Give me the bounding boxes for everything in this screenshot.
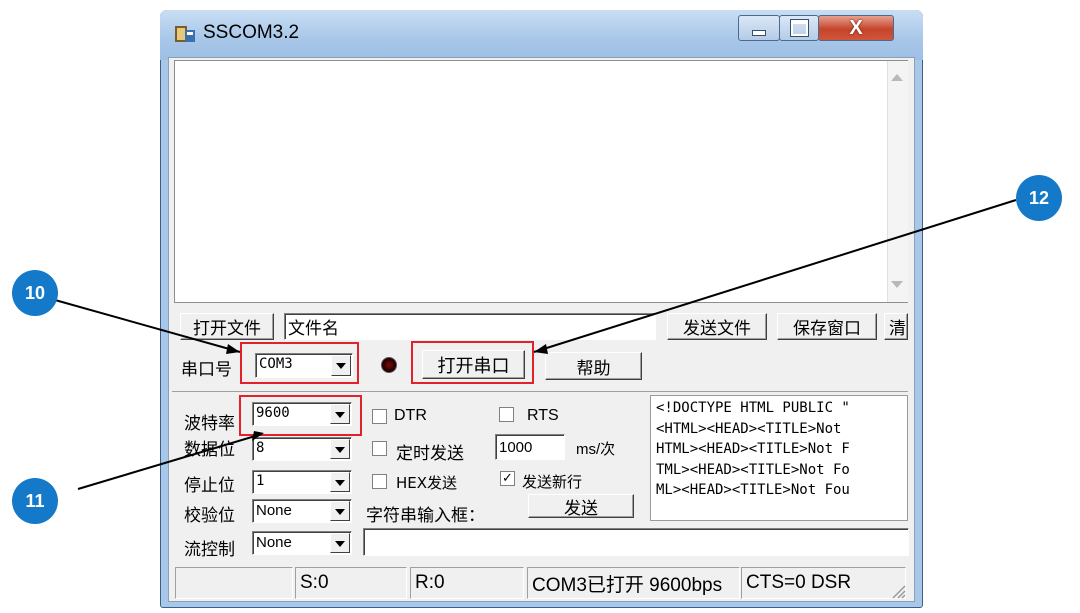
callout-12-badge: 12 [1016,175,1062,221]
callout-11-badge: 11 [12,478,58,524]
callout-11-line [77,433,263,490]
callout-10-line [54,299,241,353]
arrow-head-icon [252,431,264,441]
arrow-head-icon [226,344,240,354]
callout-lines [54,199,1017,490]
callout-12-line [533,199,1017,353]
callout-10-badge: 10 [12,270,58,316]
arrow-head-icon [534,344,548,354]
